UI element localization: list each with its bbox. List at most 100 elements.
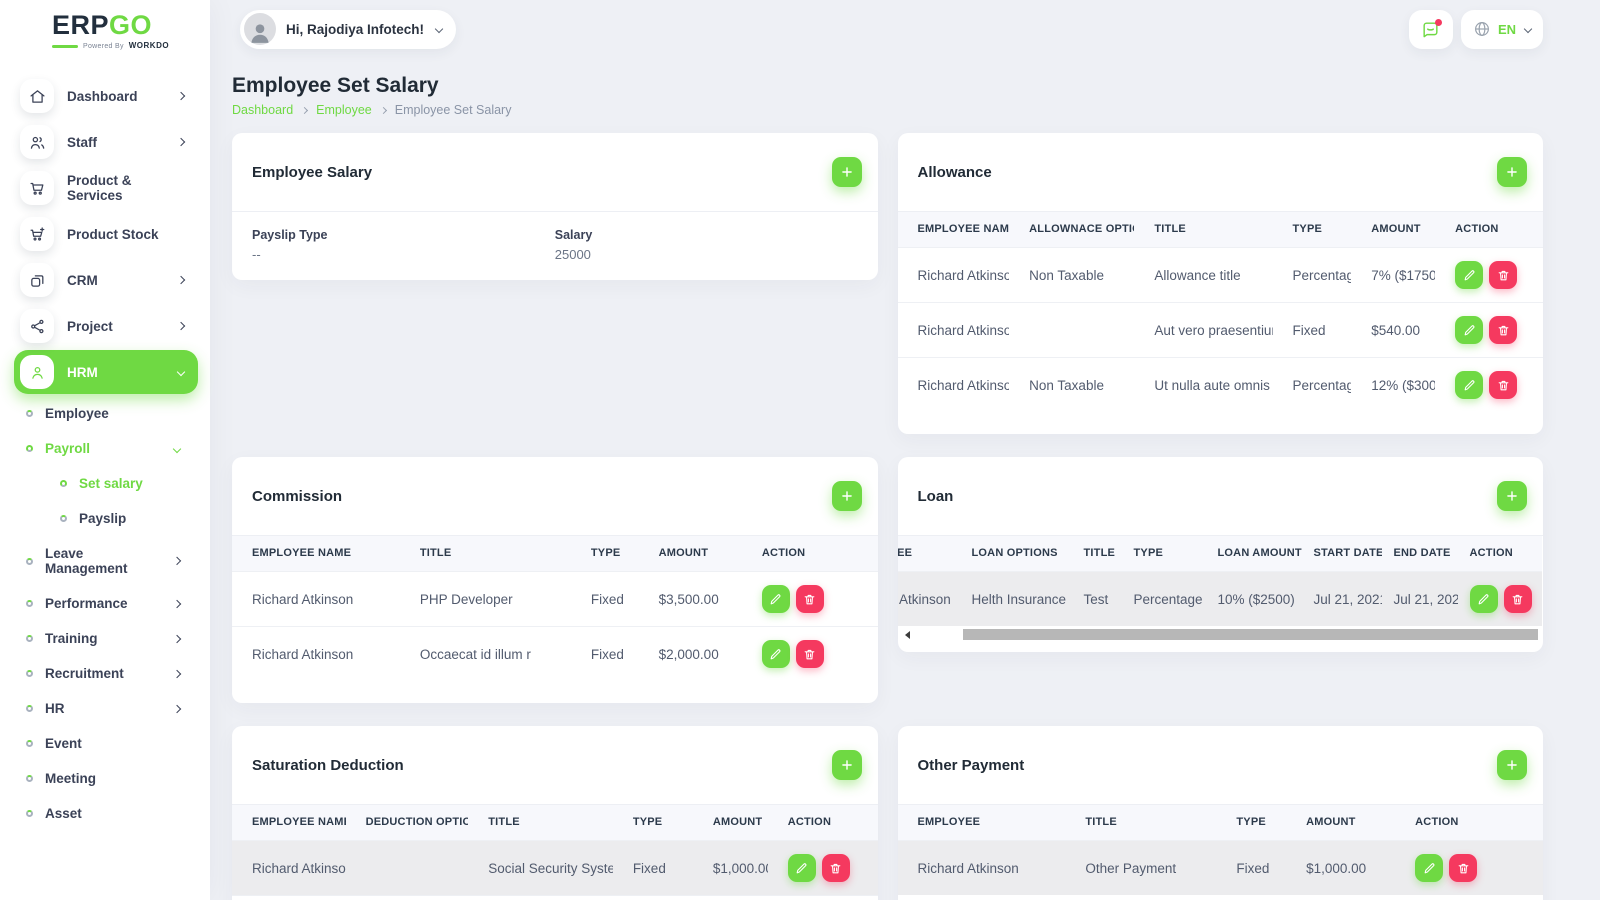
table-cell: Richard Atkinson	[232, 841, 346, 896]
table-cell: Fixed	[1273, 303, 1352, 358]
notification-dot	[1435, 19, 1442, 26]
table-cell: Jul 21, 2021	[1382, 572, 1458, 627]
column-header-loan-options: LOAN OPTIONS	[960, 536, 1072, 572]
language-selector[interactable]: EN	[1461, 10, 1543, 49]
logo-text: ERP	[52, 10, 109, 40]
delete-button[interactable]	[796, 640, 824, 668]
table-cell: Richard Atkinson	[232, 572, 400, 627]
add-employee-salary-button[interactable]	[832, 157, 862, 187]
sidebar-item-product-stock[interactable]: Product Stock	[14, 212, 198, 256]
user-menu[interactable]: Hi, Rajodiya Infotech!	[240, 10, 456, 49]
breadcrumb-dashboard[interactable]: Dashboard	[232, 103, 293, 117]
messenger-button[interactable]	[1409, 10, 1453, 49]
delete-button[interactable]	[1489, 261, 1517, 289]
table-cell: Jul 21, 2021	[1302, 572, 1382, 627]
language-code: EN	[1498, 22, 1516, 37]
horizontal-scrollbar[interactable]	[901, 629, 1541, 640]
sidebar-item-dashboard[interactable]: Dashboard	[14, 74, 198, 118]
add-allowance-button[interactable]	[1497, 157, 1527, 187]
sidebar-item-payslip[interactable]: Payslip	[14, 501, 198, 536]
sidebar-item-label: Event	[45, 736, 82, 751]
sidebar-item-payroll[interactable]: Payroll	[14, 431, 198, 466]
bullet-icon	[26, 558, 33, 565]
sidebar-item-set-salary[interactable]: Set salary	[14, 466, 198, 501]
chevron-right-icon	[177, 138, 185, 146]
loan-table-viewport: EMPLOYEELOAN OPTIONSTITLETYPELOAN AMOUNT…	[898, 536, 1544, 626]
edit-button[interactable]	[1415, 854, 1443, 882]
breadcrumb-employee[interactable]: Employee	[316, 103, 372, 117]
add-saturation-deduction-button[interactable]	[832, 750, 862, 780]
card-title: Allowance	[918, 164, 992, 181]
column-header-start-date: START DATE	[1302, 536, 1382, 572]
sidebar-item-label: Payslip	[79, 511, 126, 526]
edit-button[interactable]	[1455, 371, 1483, 399]
delete-button[interactable]	[1489, 316, 1517, 344]
sidebar-item-product-services[interactable]: Product & Services	[14, 166, 198, 210]
delete-button[interactable]	[796, 585, 824, 613]
add-other-payment-button[interactable]	[1497, 750, 1527, 780]
card-title: Saturation Deduction	[252, 757, 404, 774]
sidebar-item-leave-management[interactable]: Leave Management	[14, 536, 198, 586]
logo-underline	[52, 45, 78, 48]
card-title: Commission	[252, 488, 342, 505]
sidebar-item-meeting[interactable]: Meeting	[14, 761, 198, 796]
data-table: EMPLOYEELOAN OPTIONSTITLETYPELOAN AMOUNT…	[898, 536, 1542, 626]
plus-icon	[840, 165, 854, 179]
sidebar-item-label: Leave Management	[45, 546, 162, 576]
sidebar-item-event[interactable]: Event	[14, 726, 198, 761]
sidebar-item-asset[interactable]: Asset	[14, 796, 198, 831]
table-row: Richard AtkinsonSocial Security SystemFi…	[232, 841, 878, 896]
column-header-end-date: END DATE	[1382, 536, 1458, 572]
delete-button[interactable]	[1449, 854, 1477, 882]
edit-button[interactable]	[762, 585, 790, 613]
scrollbar-thumb[interactable]	[963, 629, 1539, 640]
delete-button[interactable]	[822, 854, 850, 882]
column-header-employee-name: EMPLOYEE NAME	[232, 536, 400, 572]
table-cell: Non Taxable	[1009, 358, 1134, 413]
sidebar-item-label: Project	[67, 319, 113, 334]
table-cell: 1% ($250)	[693, 896, 768, 900]
column-header-amount: AMOUNT	[693, 805, 768, 841]
sidebar-item-recruitment[interactable]: Recruitment	[14, 656, 198, 691]
chevron-right-icon	[177, 276, 185, 284]
sidebar-item-label: Recruitment	[45, 666, 124, 681]
column-header-action: ACTION	[742, 536, 878, 572]
edit-button[interactable]	[762, 640, 790, 668]
add-commission-button[interactable]	[832, 481, 862, 511]
table-cell: Social Security System	[468, 841, 613, 896]
bullet-icon	[26, 810, 33, 817]
sidebar-item-project[interactable]: Project	[14, 304, 198, 348]
table-row: Richard AtkinsonPHP DeveloperFixed$3,500…	[232, 572, 878, 627]
column-header-employee: EMPLOYEE	[898, 536, 960, 572]
add-loan-button[interactable]	[1497, 481, 1527, 511]
sidebar-item-employee[interactable]: Employee	[14, 396, 198, 431]
edit-button[interactable]	[788, 854, 816, 882]
table-cell: $2,000.00	[639, 627, 742, 682]
field-label: Salary	[555, 228, 858, 242]
table-cell: $1,000.00	[693, 841, 768, 896]
field-value: --	[252, 247, 555, 262]
edit-button[interactable]	[1470, 585, 1498, 613]
delete-button[interactable]	[1489, 371, 1517, 399]
data-table: EMPLOYEETITLETYPEAMOUNTACTIONRichard Atk…	[898, 805, 1544, 895]
sidebar-item-training[interactable]: Training	[14, 621, 198, 656]
sidebar-item-label: Set salary	[79, 476, 143, 491]
table-row: Richard AtkinsonHelth InsuranceTestPerce…	[898, 572, 1542, 627]
sidebar-item-staff[interactable]: Staff	[14, 120, 198, 164]
payslip-type-field: Payslip Type --	[252, 228, 555, 262]
sidebar-item-label: Dashboard	[67, 89, 138, 104]
delete-button[interactable]	[1504, 585, 1532, 613]
table-cell: $1,000.00	[1286, 841, 1395, 896]
sidebar-item-hr[interactable]: HR	[14, 691, 198, 726]
sidebar-item-hrm[interactable]: HRM	[14, 350, 198, 394]
scroll-left-arrow-icon[interactable]	[905, 631, 910, 639]
sidebar-item-performance[interactable]: Performance	[14, 586, 198, 621]
app-logo[interactable]: ERPGO Powered By WORKDO	[0, 0, 210, 50]
edit-button[interactable]	[1455, 261, 1483, 289]
edit-button[interactable]	[1455, 316, 1483, 344]
sidebar-item-label: HRM	[67, 365, 98, 380]
column-header-deduction-option: DEDUCTION OPTION	[346, 805, 469, 841]
sidebar-item-crm[interactable]: CRM	[14, 258, 198, 302]
table-cell: Allowance title	[1134, 248, 1272, 303]
chevron-down-icon	[173, 444, 181, 452]
